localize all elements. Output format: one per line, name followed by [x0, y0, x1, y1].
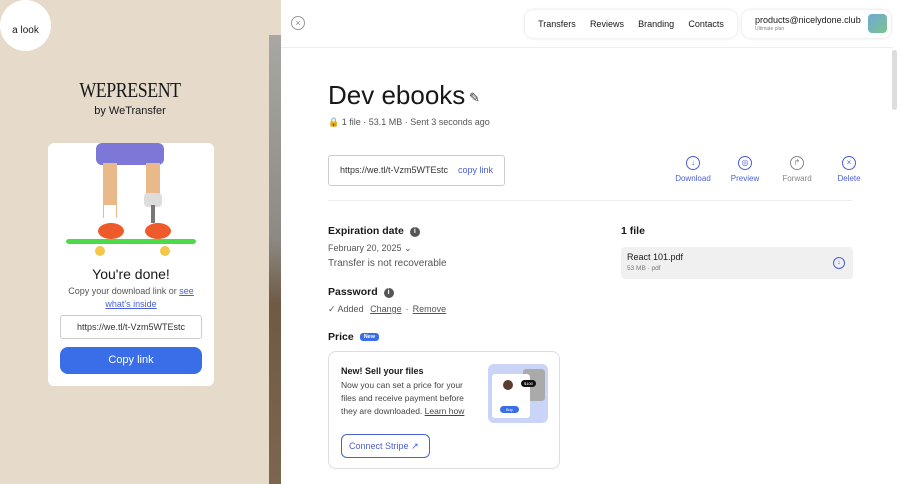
preview-icon: ◎ [738, 156, 752, 170]
account-email: products@nicelydone.club [755, 15, 861, 25]
download-link-field[interactable]: https://we.tl/t-Vzm5WTEstc [60, 315, 202, 339]
nav-transfers[interactable]: Transfers [538, 19, 576, 29]
change-password-link[interactable]: Change [370, 304, 402, 314]
forward-icon: ↱ [790, 156, 804, 170]
transfer-link-box: https://we.tl/t-Vzm5WTEstc copy link [328, 155, 505, 186]
not-recoverable-text: Transfer is not recoverable [328, 258, 447, 269]
skateboarder-illustration [66, 143, 196, 256]
wepresent-logo[interactable]: WEPRESENT by WeTransfer [60, 78, 200, 117]
transfer-actions: ↓ Download ◎ Preview ↱ Forward × Delete [667, 156, 875, 183]
preview-button[interactable]: ◎ Preview [719, 156, 771, 183]
expiration-heading: Expiration date i [328, 225, 420, 237]
copy-instructions: Copy your download link or see what's in… [68, 286, 194, 309]
nav-contacts[interactable]: Contacts [688, 19, 724, 29]
transfer-panel: × Transfers Reviews Branding Contacts pr… [281, 0, 900, 484]
copy-link-button[interactable]: Copy link [60, 347, 202, 374]
promo-heading: New! Sell your files [341, 366, 424, 376]
promo-text: Now you can set a price for your files a… [341, 380, 465, 416]
price-heading: Price New [328, 331, 379, 343]
file-name: React 101.pdf [627, 252, 684, 262]
file-info: 53 MB · pdf [627, 265, 661, 272]
external-link-icon: ↗ [411, 441, 419, 451]
password-heading: Password i [328, 286, 394, 298]
delete-icon: × [842, 156, 856, 170]
remove-password-link[interactable]: Remove [413, 304, 447, 314]
sell-files-promo: New! Sell your files Now you can set a p… [328, 351, 560, 469]
new-badge: New [359, 333, 379, 341]
nav-reviews[interactable]: Reviews [590, 19, 624, 29]
transfer-meta: 🔒 1 file · 53.1 MB · Sent 3 seconds ago [328, 117, 490, 127]
info-icon[interactable]: i [409, 227, 420, 237]
delete-button[interactable]: × Delete [823, 156, 875, 183]
connect-stripe-button[interactable]: Connect Stripe ↗ [341, 434, 430, 458]
account-menu[interactable]: products@nicelydone.club Ultimate plan [742, 10, 891, 38]
edit-pencil-icon[interactable]: ✎ [469, 90, 480, 106]
done-card: You're done! Copy your download link or … [48, 143, 214, 386]
divider [328, 200, 852, 201]
chevron-down-icon: ⌄ [404, 243, 412, 253]
scrollbar[interactable] [892, 50, 897, 110]
files-heading: 1 file [621, 225, 645, 237]
promo-illustration: $100 Buy [488, 364, 548, 423]
look-badge[interactable]: a look [0, 0, 51, 51]
top-nav: Transfers Reviews Branding Contacts [525, 10, 737, 38]
transfer-title: Dev ebooks [328, 80, 466, 110]
done-title: You're done! [92, 266, 170, 282]
download-icon[interactable]: ↓ [833, 257, 845, 269]
close-icon[interactable]: × [291, 16, 305, 30]
download-icon: ↓ [686, 156, 700, 170]
info-icon[interactable]: i [383, 288, 394, 298]
download-button[interactable]: ↓ Download [667, 156, 719, 183]
divider [281, 47, 893, 48]
file-item[interactable]: React 101.pdf 53 MB · pdf ↓ [621, 247, 853, 279]
avatar [868, 14, 887, 33]
background-photo [269, 35, 281, 484]
copy-link-button[interactable]: copy link [458, 165, 493, 175]
password-status: ✓ Added Change · Remove [328, 304, 447, 314]
learn-how-link[interactable]: Learn how [425, 406, 465, 416]
transfer-link[interactable]: https://we.tl/t-Vzm5WTEstc [340, 165, 448, 175]
nav-branding[interactable]: Branding [638, 19, 674, 29]
forward-button[interactable]: ↱ Forward [771, 156, 823, 183]
account-plan: Ultimate plan [755, 26, 785, 32]
expiration-date-select[interactable]: February 20, 2025 ⌄ [328, 243, 412, 254]
